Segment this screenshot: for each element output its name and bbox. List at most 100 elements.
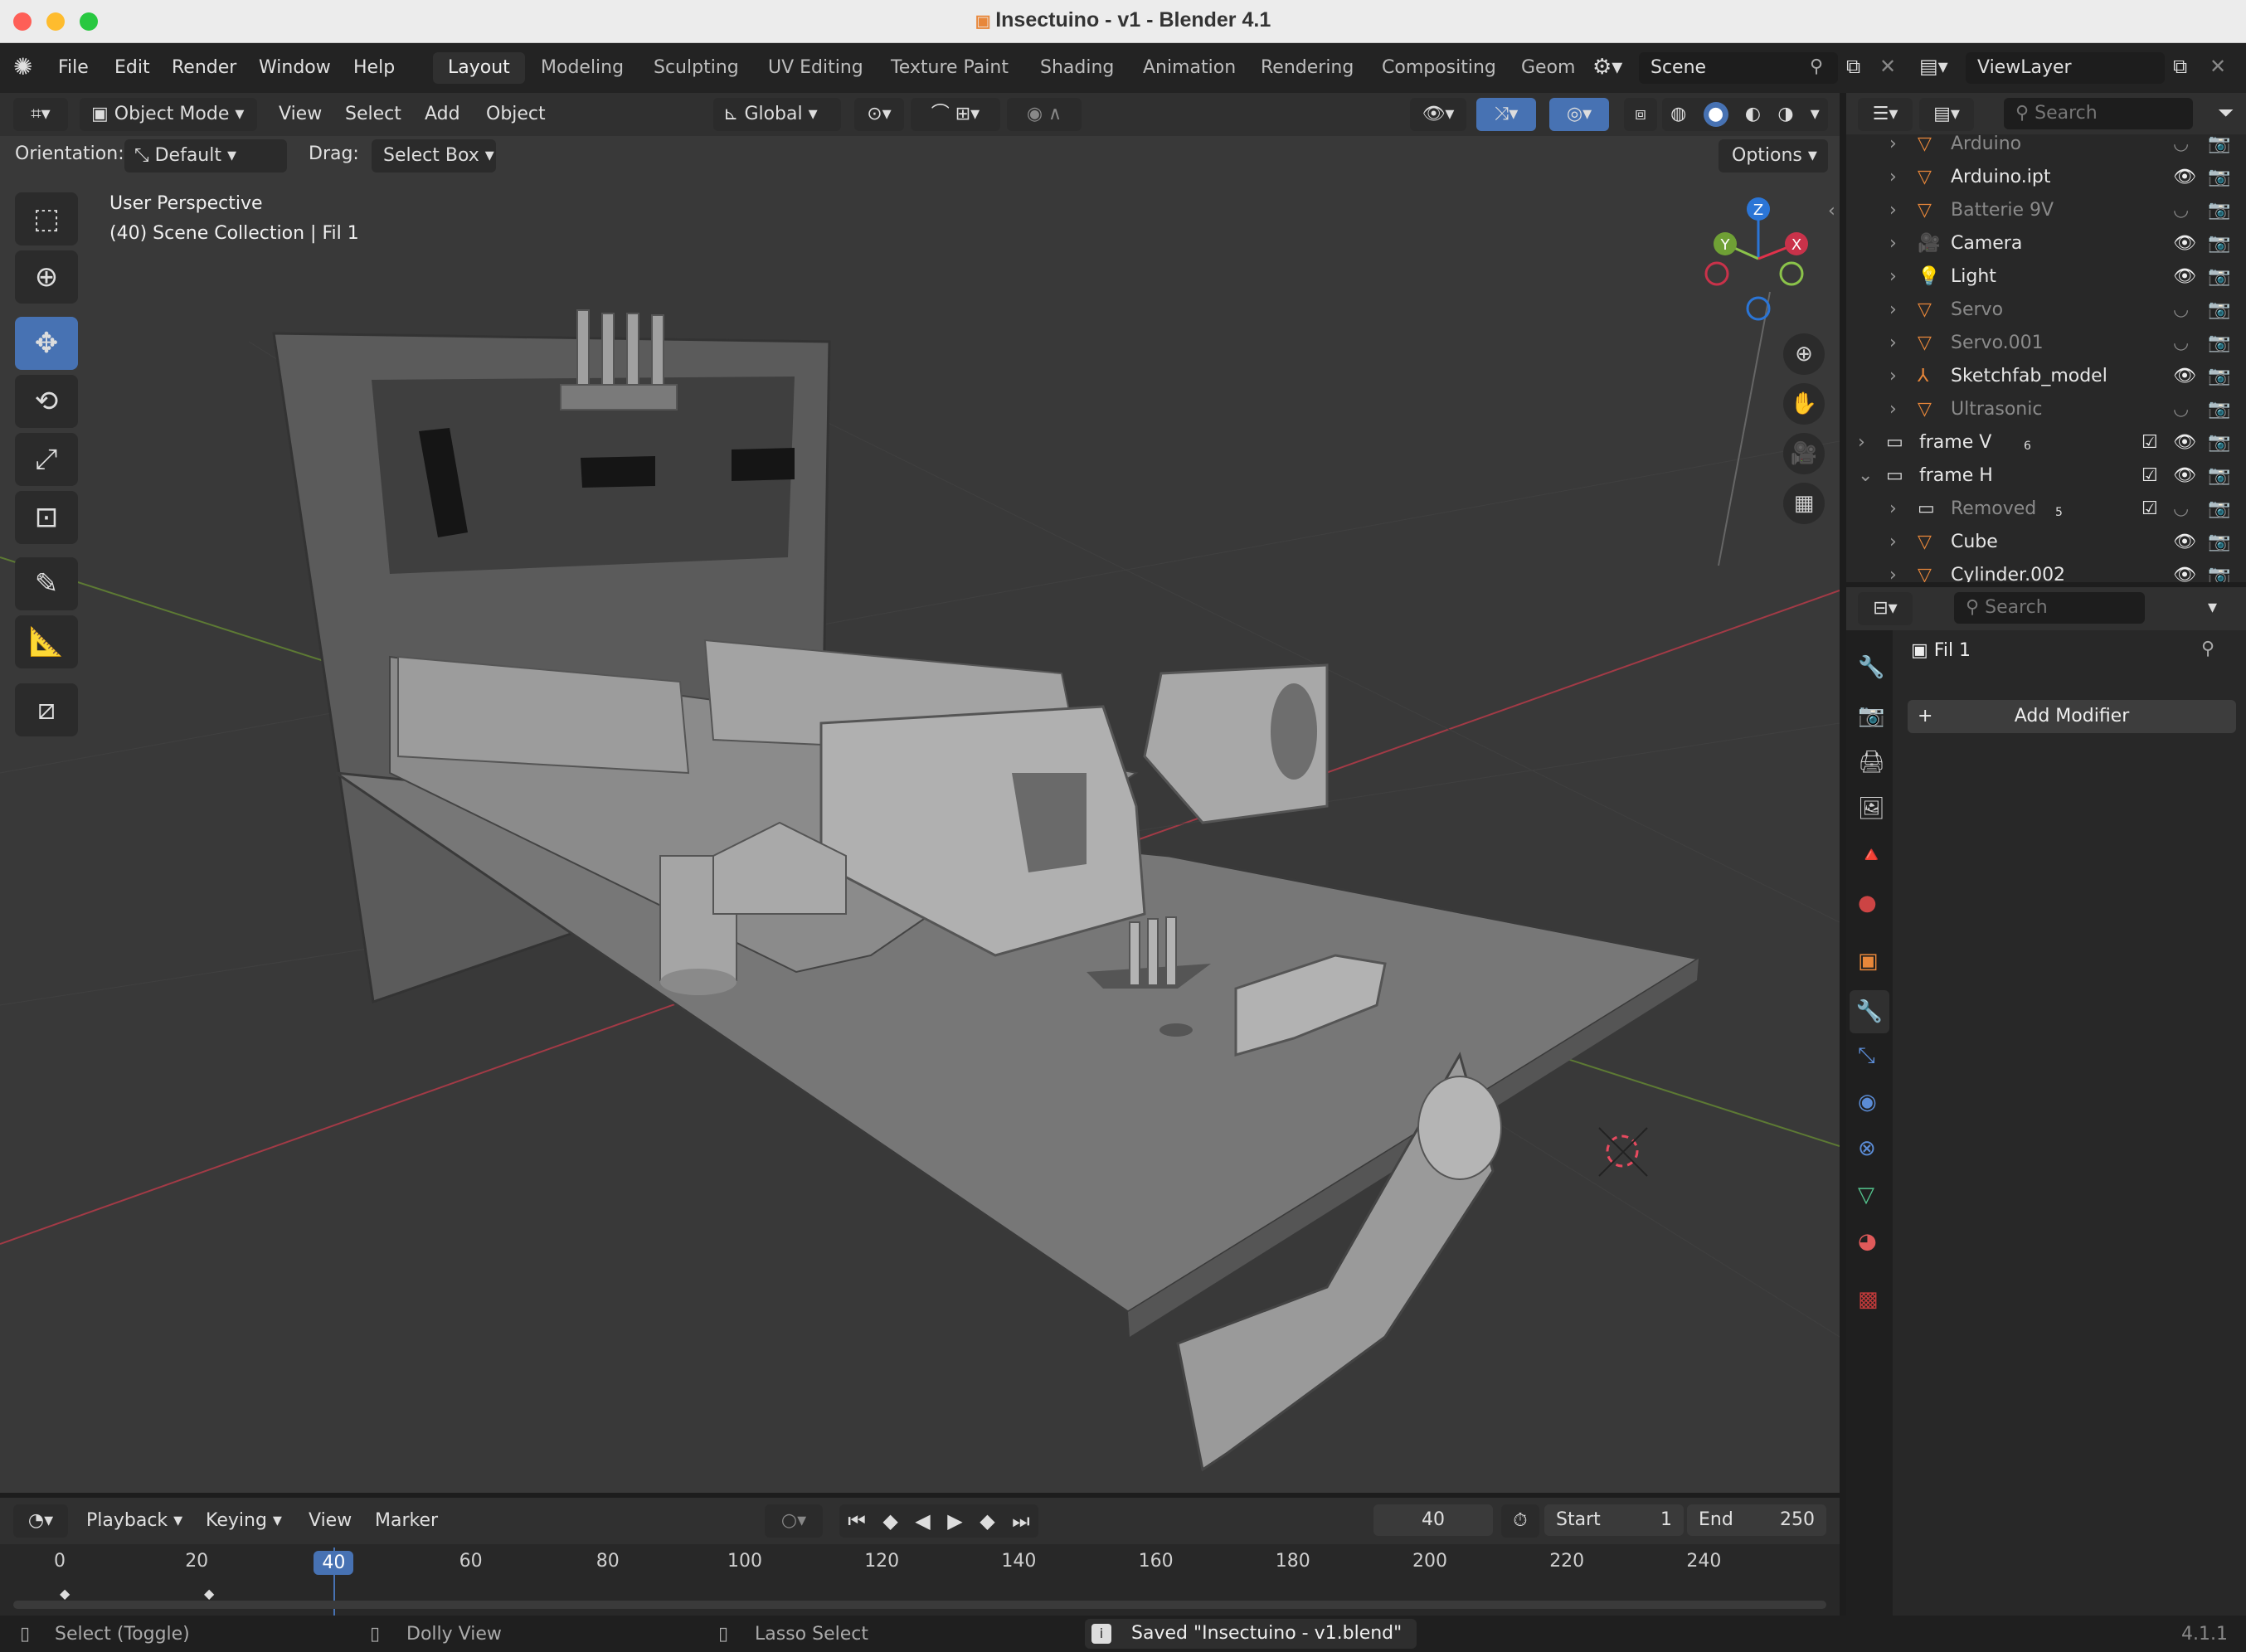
tab-compositing[interactable]: Compositing	[1367, 52, 1511, 84]
render-tab-icon[interactable]: 📷	[1858, 703, 1884, 728]
render-camera-icon[interactable]: 📷	[2208, 327, 2230, 360]
ortho-toggle-icon[interactable]: ▦	[1783, 483, 1825, 524]
chevron-right-icon[interactable]: ›	[1889, 260, 1897, 294]
move-tool-icon[interactable]: ✥	[15, 317, 78, 370]
render-camera-icon[interactable]: 📷	[2208, 128, 2230, 161]
outliner-row[interactable]: › ▽ Arduino.ipt 👁 📷	[1846, 161, 2246, 194]
filter-icon[interactable]: ⏷	[2218, 101, 2234, 124]
eye-closed-icon[interactable]: ◡	[2173, 128, 2189, 161]
exclude-checkbox[interactable]: ☑	[2141, 493, 2158, 526]
outliner-item-label[interactable]: Light	[1951, 260, 1996, 294]
eye-icon[interactable]: 👁	[2173, 526, 2196, 559]
navigation-gizmo[interactable]: Z Y X	[1692, 192, 1825, 325]
timeline-scrollbar[interactable]	[13, 1601, 1826, 1609]
render-camera-icon[interactable]: 📷	[2208, 260, 2230, 294]
eye-icon[interactable]: 👁	[2173, 559, 2196, 582]
timeline-ruler[interactable]: 020406080100120140160180200220240	[0, 1498, 1840, 1616]
render-camera-icon[interactable]: 📷	[2208, 493, 2230, 526]
chevron-right-icon[interactable]: ›	[1889, 227, 1897, 260]
add-modifier-button[interactable]: + Add Modifier	[1908, 700, 2236, 733]
render-camera-icon[interactable]: 📷	[2208, 459, 2230, 493]
chevron-right-icon[interactable]: ›	[1858, 426, 1865, 459]
output-tab-icon[interactable]: 🖨	[1858, 750, 1885, 775]
eye-closed-icon[interactable]: ◡	[2173, 493, 2189, 526]
scene-tab-icon[interactable]: 🔺	[1858, 843, 1884, 867]
blender-logo-icon[interactable]: ✺	[13, 53, 32, 80]
render-camera-icon[interactable]: 📷	[2208, 426, 2230, 459]
menu-edit[interactable]: Edit	[114, 57, 150, 78]
keyframe-marker[interactable]: ◆	[204, 1586, 214, 1601]
eye-icon[interactable]: 👁	[2173, 459, 2196, 493]
chevron-down-icon[interactable]: ⌄	[1858, 459, 1873, 493]
render-camera-icon[interactable]: 📷	[2208, 227, 2230, 260]
outliner-row[interactable]: › ▽ Servo.001 ◡ 📷	[1846, 327, 2246, 360]
tab-modeling[interactable]: Modeling	[526, 52, 639, 84]
outliner-row[interactable]: › ▽ Ultrasonic ◡ 📷	[1846, 393, 2246, 426]
annotate-tool-icon[interactable]: ✎	[15, 557, 78, 610]
tab-layout[interactable]: Layout	[433, 52, 525, 84]
chevron-right-icon[interactable]: ›	[1889, 194, 1897, 227]
menu-window[interactable]: Window	[259, 57, 331, 78]
delete-viewlayer-icon[interactable]: ✕	[2210, 55, 2226, 78]
menu-render[interactable]: Render	[172, 57, 236, 78]
chevron-right-icon[interactable]: ›	[1889, 360, 1897, 393]
exclude-checkbox[interactable]: ☑	[2141, 426, 2158, 459]
chevron-right-icon[interactable]: ›	[1889, 526, 1897, 559]
viewlayer-selector-icon[interactable]: ▤▾	[1919, 55, 1948, 78]
chevron-right-icon[interactable]: ›	[1889, 559, 1897, 582]
outliner-row[interactable]: › 🎥 Camera 👁 📷	[1846, 227, 2246, 260]
eye-icon[interactable]: 👁	[2173, 161, 2196, 194]
outliner-item-label[interactable]: Cube	[1951, 526, 1998, 559]
physics-tab-icon[interactable]: ◉	[1858, 1090, 1877, 1115]
delete-scene-icon[interactable]: ✕	[1879, 55, 1896, 78]
chevron-right-icon[interactable]: ›	[1889, 161, 1897, 194]
properties-search[interactable]: ⚲ Search	[1954, 592, 2145, 624]
outliner-item-label[interactable]: frame H	[1919, 459, 1993, 493]
chevron-right-icon[interactable]: ›	[1889, 393, 1897, 426]
outliner-item-label[interactable]: frame V	[1919, 426, 1991, 459]
select-tool-icon[interactable]: ⬚	[15, 192, 78, 245]
render-camera-icon[interactable]: 📷	[2208, 161, 2230, 194]
data-tab-icon[interactable]: ▽	[1858, 1183, 1874, 1207]
tab-texture-paint[interactable]: Texture Paint	[876, 52, 1023, 84]
measure-tool-icon[interactable]: 📐	[15, 615, 78, 668]
constraints-tab-icon[interactable]: ⊗	[1858, 1136, 1876, 1161]
outliner-item-label[interactable]: Arduino.ipt	[1951, 161, 2050, 194]
tab-rendering[interactable]: Rendering	[1246, 52, 1369, 84]
properties-options-icon[interactable]: ▾	[2208, 597, 2217, 618]
render-camera-icon[interactable]: 📷	[2208, 294, 2230, 327]
keyframe-marker[interactable]: ◆	[60, 1586, 70, 1601]
outliner-row[interactable]: › ▽ Servo ◡ 📷	[1846, 294, 2246, 327]
outliner-row[interactable]: › ⅄ Sketchfab_model 👁 📷	[1846, 360, 2246, 393]
modifier-tab-icon[interactable]: 🔧	[1850, 990, 1889, 1033]
outliner-item-label[interactable]: Batterie 9V	[1951, 194, 2054, 227]
cursor-tool-icon[interactable]: ⊕	[15, 250, 78, 304]
outliner-editor-icon[interactable]: ☰▾	[1858, 98, 1913, 131]
outliner-row[interactable]: › 💡 Light 👁 📷	[1846, 260, 2246, 294]
tab-uv-editing[interactable]: UV Editing	[753, 52, 878, 84]
add-cube-tool-icon[interactable]: ⧄	[15, 683, 78, 736]
menu-help[interactable]: Help	[353, 57, 395, 78]
scale-tool-icon[interactable]: ⤢	[15, 433, 78, 486]
save-report[interactable]: i Saved "Insectuino - v1.blend"	[1085, 1619, 1417, 1649]
pin-icon[interactable]: ⚲	[2201, 639, 2214, 659]
eye-icon[interactable]: 👁	[2173, 227, 2196, 260]
outliner-item-label[interactable]: Arduino	[1951, 128, 2021, 161]
render-camera-icon[interactable]: 📷	[2208, 526, 2230, 559]
outliner-item-label[interactable]: Ultrasonic	[1951, 393, 2042, 426]
outliner-row[interactable]: ⌄ ▭ frame H ☑ 👁 📷	[1846, 459, 2246, 493]
zoom-icon[interactable]: ⊕	[1783, 333, 1825, 375]
chevron-right-icon[interactable]: ›	[1889, 493, 1897, 526]
chevron-right-icon[interactable]: ›	[1889, 294, 1897, 327]
outliner-row[interactable]: › ▭ frame V 6 ☑ 👁 📷	[1846, 426, 2246, 459]
render-camera-icon[interactable]: 📷	[2208, 194, 2230, 227]
tool-tab-icon[interactable]: 🔧	[1858, 655, 1884, 680]
eye-closed-icon[interactable]: ◡	[2173, 194, 2189, 227]
outliner-item-label[interactable]: Cylinder.002	[1951, 559, 2065, 582]
exclude-checkbox[interactable]: ☑	[2141, 459, 2158, 493]
chevron-right-icon[interactable]: ›	[1889, 128, 1897, 161]
outliner-item-label[interactable]: Removed	[1951, 493, 2036, 526]
new-viewlayer-icon[interactable]: ⧉	[2173, 55, 2187, 78]
outliner-item-label[interactable]: Servo.001	[1951, 327, 2044, 360]
properties-editor-icon[interactable]: ⊟▾	[1858, 592, 1913, 625]
